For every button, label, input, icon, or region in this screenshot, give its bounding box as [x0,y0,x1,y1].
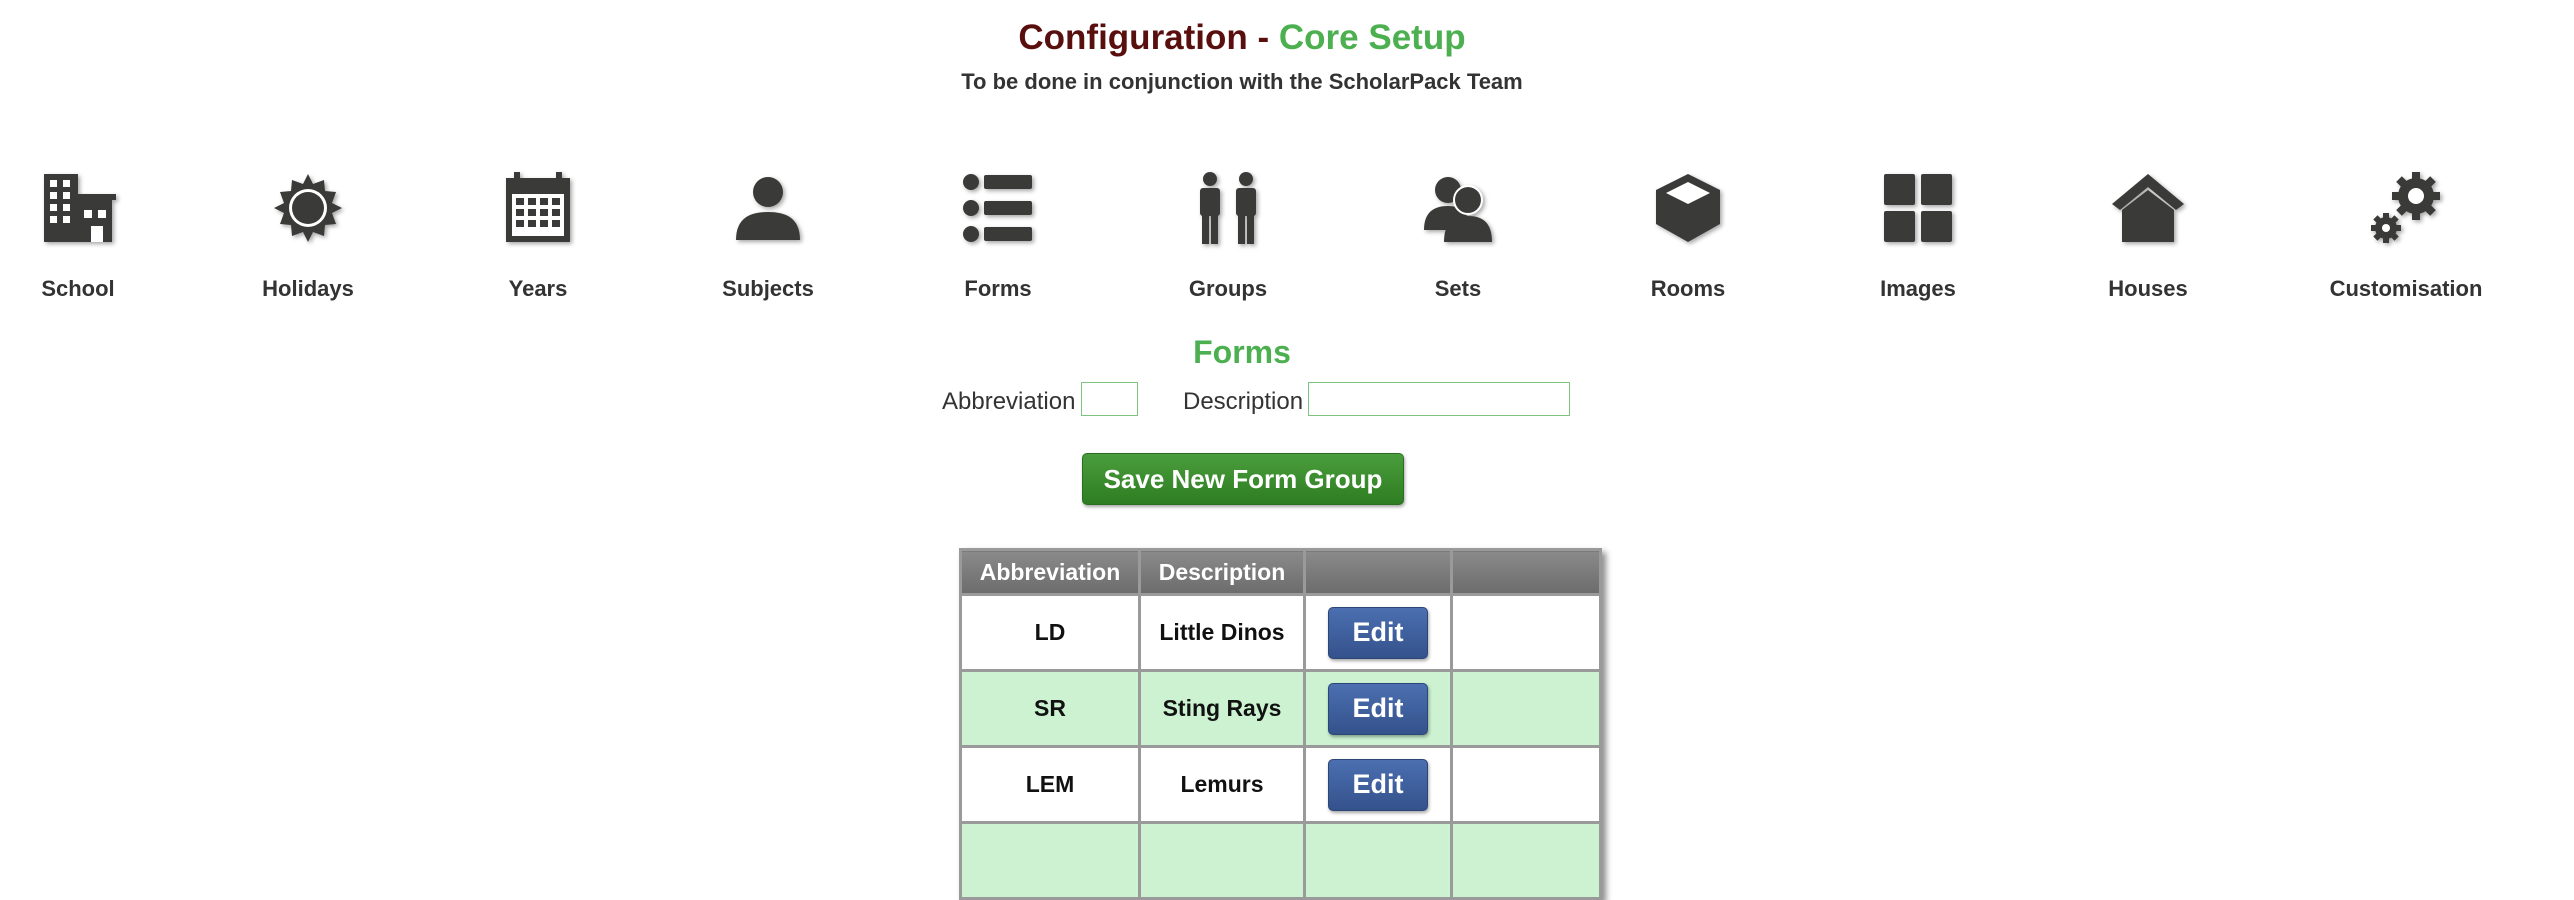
cell-description: Lemurs [1138,745,1306,824]
page-title-prefix: Configuration - [1018,18,1279,57]
table-row: LD Little Dinos Edit [959,593,1602,672]
save-new-form-group-button[interactable]: Save New Form Group [1082,453,1404,505]
nav-item-label: Groups [1188,276,1268,301]
cell-description: Sting Rays [1138,669,1306,748]
table-row: SR Sting Rays Edit [959,669,1602,748]
nav-item-label: Images [1880,276,1956,301]
nav-item-sets[interactable]: Sets [1348,170,1568,302]
cell-description: Little Dinos [1138,593,1306,672]
cell-abbreviation: LEM [959,745,1141,824]
nav-item-label: Rooms [1650,276,1726,301]
nav-item-label: Customisation [2329,276,2483,301]
nav-item-customisation[interactable]: Customisation [2296,170,2516,302]
page-subtitle: To be done in conjunction with the Schol… [961,69,1523,94]
nav-item-images[interactable]: Images [1808,170,2028,302]
page-title: Configuration - Core Setup [0,16,2484,60]
nav-item-houses[interactable]: Houses [2038,170,2258,302]
nav-item-subjects[interactable]: Subjects [658,170,878,302]
column-header-abbreviation: Abbreviation [959,548,1141,596]
nav-item-years[interactable]: Years [428,170,648,302]
users-icon [1424,177,1492,242]
edit-button[interactable]: Edit [1328,606,1428,659]
page-title-highlight: Core Setup [1278,18,1466,57]
column-header-edit [1303,548,1453,596]
nav-item-label: Sets [1434,276,1482,301]
person-icon [736,177,800,240]
sun-icon [274,174,342,242]
abbreviation-input[interactable] [1081,382,1138,416]
table-row: LEM Lemurs Edit [959,745,1602,824]
nav-item-school[interactable]: School [0,170,188,302]
list-icon [963,174,1032,242]
config-nav: School Holidays Years Subjects Forms Gro… [0,170,2484,320]
cell-abbreviation: SR [959,669,1141,748]
cell-edit: Edit [1303,593,1453,672]
cell-abbreviation: LD [959,593,1141,672]
section-title: Forms [1193,334,1291,370]
abbreviation-label: Abbreviation [942,388,1076,415]
nav-item-label: Houses [2108,276,2188,301]
nav-item-holidays[interactable]: Holidays [198,170,418,302]
table-header-row: Abbreviation Description [959,548,1602,596]
nav-item-label: Holidays [262,276,354,301]
cell-extra [1450,669,1602,748]
cell-edit: Edit [1303,745,1453,824]
nav-item-groups[interactable]: Groups [1118,170,1338,302]
edit-button[interactable]: Edit [1328,758,1428,811]
nav-item-rooms[interactable]: Rooms [1578,170,1798,302]
new-form-group-form: Abbreviation Description [0,382,2484,420]
edit-button[interactable]: Edit [1328,682,1428,735]
nav-item-label: Forms [964,276,1032,301]
cell-extra [1450,745,1602,824]
gears-icon [2371,172,2440,243]
cube-icon [1656,174,1720,242]
nav-item-forms[interactable]: Forms [888,170,1108,302]
description-input[interactable] [1308,382,1570,416]
column-header-description: Description [1138,548,1306,596]
description-label: Description [1183,388,1304,415]
nav-item-label: School [41,276,115,301]
form-groups-table: Abbreviation Description LD Little Dinos… [959,548,1602,900]
nav-item-label: Subjects [722,276,814,301]
house-icon [2112,174,2184,242]
cell-extra [1450,593,1602,672]
column-header-extra [1450,548,1602,596]
grid-icon [1884,174,1952,242]
school-building-icon [44,174,116,242]
calendar-icon [506,172,570,242]
nav-item-label: Years [508,276,568,301]
cell-edit: Edit [1303,669,1453,748]
group-people-icon [1200,172,1256,244]
